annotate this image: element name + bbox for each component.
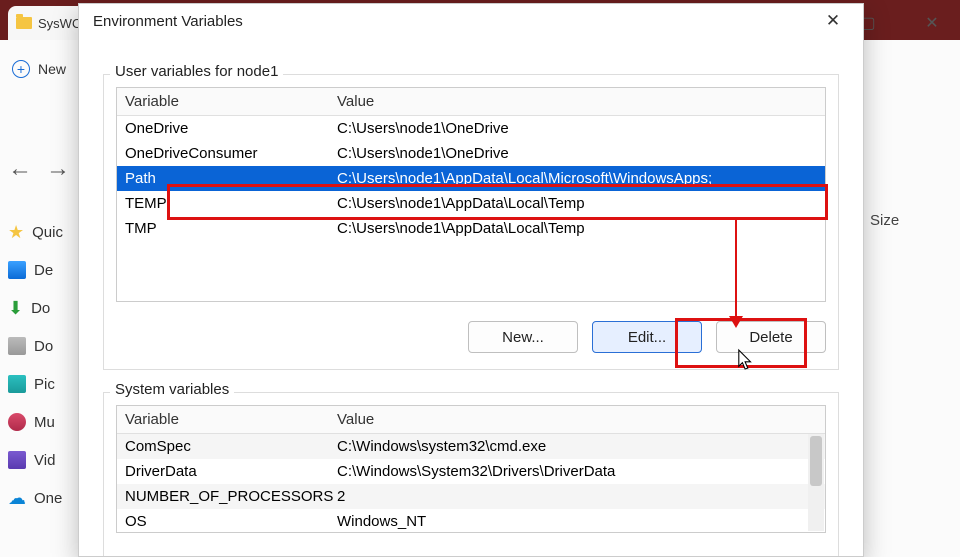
pictures-icon <box>8 375 26 393</box>
videos-icon <box>8 451 26 469</box>
var-value: C:\Users\node1\OneDrive <box>337 145 825 162</box>
sidebar-item-quick[interactable]: ★Quic <box>8 220 78 244</box>
music-icon <box>8 413 26 431</box>
sidebar-item-onedrive[interactable]: ☁One <box>8 486 78 510</box>
back-icon[interactable]: ← <box>8 155 32 183</box>
user-new-button[interactable]: New... <box>468 321 578 353</box>
user-var-row[interactable]: TMPC:\Users\node1\AppData\Local\Temp <box>117 216 825 241</box>
user-var-row[interactable]: OneDriveC:\Users\node1\OneDrive <box>117 116 825 141</box>
system-vars-group: System variables Variable Value ComSpecC… <box>103 392 839 556</box>
var-name: DriverData <box>125 463 337 480</box>
user-vars-group: User variables for node1 Variable Value … <box>103 74 839 370</box>
var-name: TMP <box>125 220 337 237</box>
plus-icon[interactable]: + <box>12 60 30 78</box>
user-var-row[interactable]: OneDriveConsumerC:\Users\node1\OneDrive <box>117 141 825 166</box>
sidebar-item-documents[interactable]: Do <box>8 334 78 358</box>
dialog-title: Environment Variables <box>93 13 243 30</box>
system-var-row[interactable]: DriverDataC:\Windows\System32\Drivers\Dr… <box>117 459 825 484</box>
var-value: C:\Users\node1\AppData\Local\Temp <box>337 220 825 237</box>
system-vars-header: Variable Value <box>117 406 825 434</box>
system-vars-table[interactable]: Variable Value ComSpecC:\Windows\system3… <box>116 405 826 533</box>
desktop-icon <box>8 261 26 279</box>
column-header-size[interactable]: Size <box>870 212 899 229</box>
var-name: NUMBER_OF_PROCESSORS <box>125 488 337 505</box>
sidebar-item-pictures[interactable]: Pic <box>8 372 78 396</box>
download-icon: ⬇ <box>8 298 23 319</box>
dialog-titlebar: Environment Variables ✕ <box>79 4 863 38</box>
col-value[interactable]: Value <box>337 93 825 110</box>
var-value: C:\Windows\system32\cmd.exe <box>337 438 825 455</box>
forward-icon[interactable]: → <box>46 155 70 183</box>
cloud-icon: ☁ <box>8 488 26 509</box>
var-value: C:\Windows\System32\Drivers\DriverData <box>337 463 825 480</box>
system-var-row[interactable]: NUMBER_OF_PROCESSORS2 <box>117 484 825 509</box>
documents-icon <box>8 337 26 355</box>
var-name: ComSpec <box>125 438 337 455</box>
star-icon: ★ <box>8 222 24 243</box>
var-name: Path <box>125 170 337 187</box>
col-variable[interactable]: Variable <box>125 411 337 428</box>
scrollbar-thumb[interactable] <box>810 436 822 486</box>
var-value: C:\Users\node1\AppData\Local\Temp <box>337 195 825 212</box>
user-var-row[interactable]: PathC:\Users\node1\AppData\Local\Microso… <box>117 166 825 191</box>
user-vars-table[interactable]: Variable Value OneDriveC:\Users\node1\On… <box>116 87 826 302</box>
var-name: OneDriveConsumer <box>125 145 337 162</box>
var-name: OneDrive <box>125 120 337 137</box>
user-var-row[interactable]: TEMPC:\Users\node1\AppData\Local\Temp <box>117 191 825 216</box>
user-vars-legend: User variables for node1 <box>110 63 283 80</box>
system-var-row[interactable]: OSWindows_NT <box>117 509 825 533</box>
dialog-body: User variables for node1 Variable Value … <box>79 38 863 556</box>
var-name: OS <box>125 513 337 530</box>
new-button-label[interactable]: New <box>38 61 66 77</box>
col-value[interactable]: Value <box>337 411 825 428</box>
var-value: Windows_NT <box>337 513 825 530</box>
user-edit-button[interactable]: Edit... <box>592 321 702 353</box>
col-variable[interactable]: Variable <box>125 93 337 110</box>
user-vars-header: Variable Value <box>117 88 825 116</box>
system-var-row[interactable]: ComSpecC:\Windows\system32\cmd.exe <box>117 434 825 459</box>
system-vars-scrollbar[interactable] <box>808 434 824 531</box>
sidebar-item-videos[interactable]: Vid <box>8 448 78 472</box>
user-button-row: New... Edit... Delete <box>468 321 826 353</box>
dialog-close-button[interactable]: ✕ <box>811 6 855 36</box>
sidebar-item-desktop[interactable]: De <box>8 258 78 282</box>
var-name: TEMP <box>125 195 337 212</box>
explorer-sidebar: ★Quic De ⬇Do Do Pic Mu Vid ☁One <box>8 220 78 510</box>
env-vars-dialog: Environment Variables ✕ User variables f… <box>78 3 864 557</box>
var-value: C:\Users\node1\OneDrive <box>337 120 825 137</box>
explorer-nav: ← → <box>8 155 70 183</box>
var-value: 2 <box>337 488 825 505</box>
user-delete-button[interactable]: Delete <box>716 321 826 353</box>
explorer-toolbar: + New <box>0 60 66 78</box>
close-icon[interactable]: ✕ <box>912 8 952 38</box>
sidebar-item-downloads[interactable]: ⬇Do <box>8 296 78 320</box>
var-value: C:\Users\node1\AppData\Local\Microsoft\W… <box>337 170 825 187</box>
system-vars-legend: System variables <box>110 381 234 398</box>
sidebar-item-music[interactable]: Mu <box>8 410 78 434</box>
folder-icon <box>16 17 32 29</box>
